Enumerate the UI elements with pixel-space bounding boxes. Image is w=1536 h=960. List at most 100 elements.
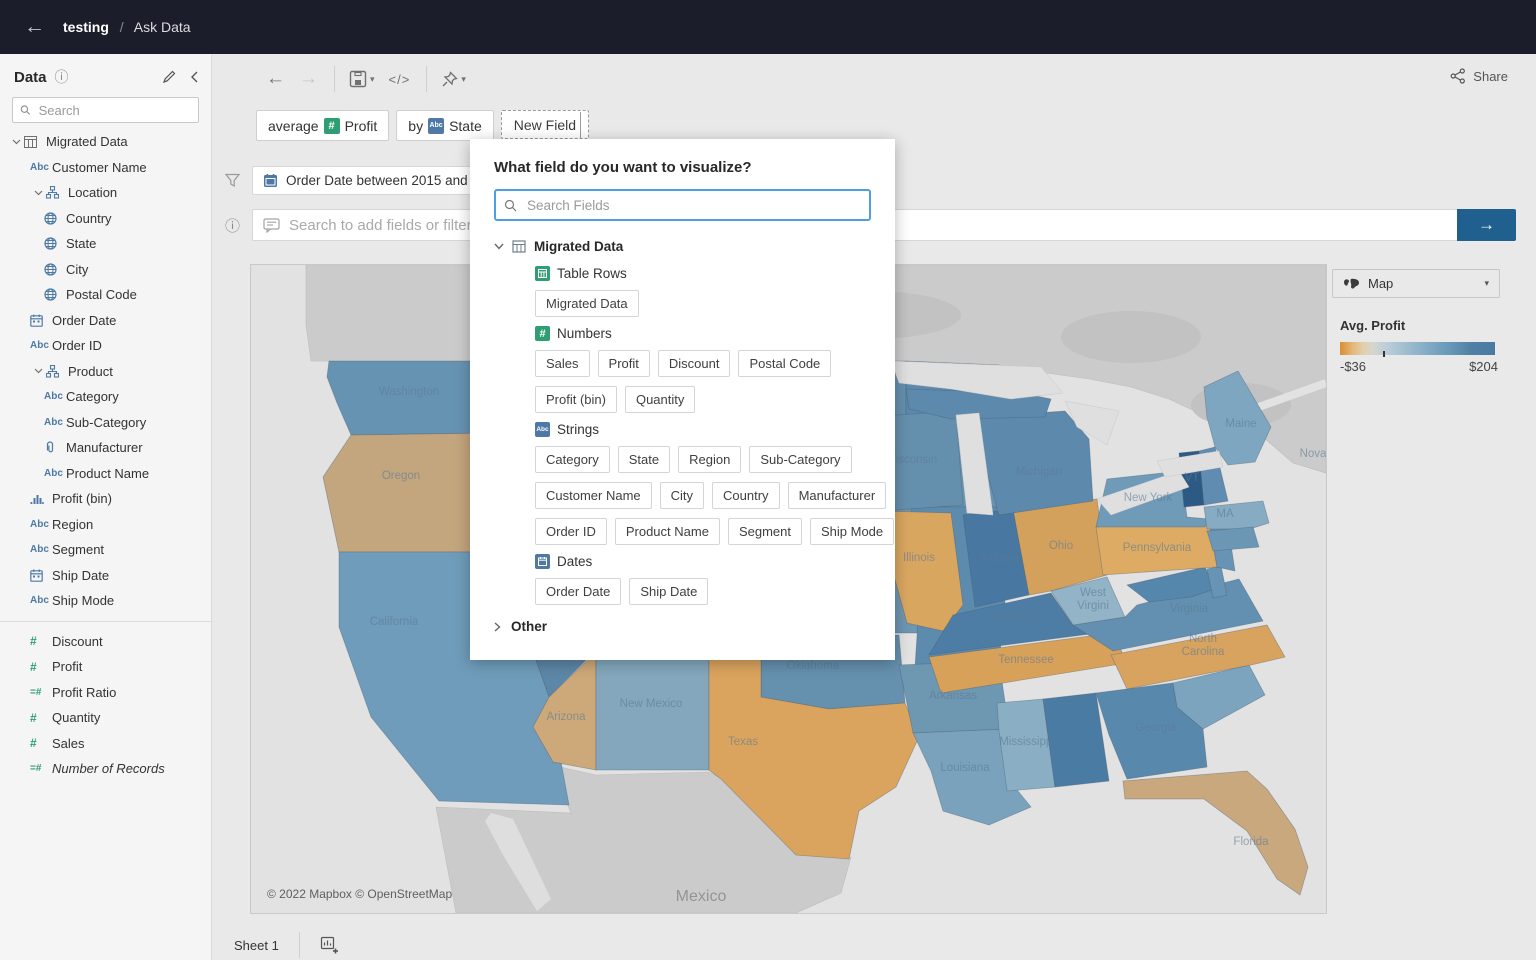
field-pill-discount[interactable]: Discount	[658, 350, 731, 377]
sidebar-field-state[interactable]: State	[0, 231, 211, 257]
map-label: MA	[1216, 508, 1234, 520]
sidebar-field-category[interactable]: AbcCategory	[0, 384, 211, 410]
sidebar-field-country[interactable]: Country	[0, 206, 211, 232]
viz-type-dropdown[interactable]: Map ▾	[1332, 269, 1500, 298]
field-pill-manufacturer[interactable]: Manufacturer	[788, 482, 887, 509]
field-pill-city[interactable]: City	[660, 482, 704, 509]
field-pill-order-date[interactable]: Order Date	[535, 578, 621, 605]
field-pill-sales[interactable]: Sales	[535, 350, 590, 377]
numbers-icon: #	[535, 326, 550, 341]
field-group-strings: AbcStringsCategoryStateRegionSub-Categor…	[535, 422, 871, 545]
map-label: Pennsylvania	[1123, 542, 1192, 554]
sidebar-field-ship-mode[interactable]: AbcShip Mode	[0, 588, 211, 614]
sidebar-search-box[interactable]	[12, 97, 199, 123]
field-pill-region[interactable]: Region	[678, 446, 741, 473]
map-label: Nova	[1300, 448, 1326, 460]
sidebar-field-number-of-records[interactable]: =#Number of Records	[0, 756, 211, 782]
map-label: Indiana	[980, 552, 1018, 564]
sidebar-field-profit-ratio[interactable]: =#Profit Ratio	[0, 680, 211, 706]
sidebar-field-profit-bin-[interactable]: Profit (bin)	[0, 486, 211, 512]
field-pill-quantity[interactable]: Quantity	[625, 386, 695, 413]
chevron-down-icon[interactable]	[494, 243, 504, 250]
new-sheet-icon[interactable]	[320, 936, 338, 954]
field-pill-category[interactable]: Category	[535, 446, 610, 473]
legend-min: -$36	[1340, 359, 1366, 374]
legend-gradient[interactable]	[1340, 342, 1495, 355]
field-pill-segment[interactable]: Segment	[728, 518, 802, 545]
field-pill-migrated-data[interactable]: Migrated Data	[535, 290, 639, 317]
field-pill-country[interactable]: Country	[712, 482, 780, 509]
state-connecticut[interactable]	[1207, 527, 1259, 551]
dialog-title: What field do you want to visualize?	[494, 159, 871, 176]
dialog-search-box[interactable]	[494, 189, 871, 221]
dialog-other-row[interactable]: Other	[494, 619, 871, 634]
field-pill-ship-date[interactable]: Ship Date	[629, 578, 708, 605]
state-washington[interactable]	[327, 361, 491, 435]
map-label: Virgini	[1077, 600, 1109, 612]
groupby-field: State	[449, 118, 482, 134]
new-field-pill[interactable]: New Field	[501, 110, 589, 139]
map-label: Texas	[728, 736, 758, 748]
chevron-down-icon[interactable]	[30, 190, 46, 196]
map-label: Ohio	[1049, 540, 1073, 552]
dialog-search-input[interactable]	[525, 197, 861, 214]
edit-pencil-icon[interactable]	[162, 70, 176, 84]
sidebar-field-order-date[interactable]: Order Date	[0, 308, 211, 334]
redo-icon[interactable]: →	[299, 68, 318, 90]
sidebar-field-product-name[interactable]: AbcProduct Name	[0, 461, 211, 487]
sidebar-field-order-id[interactable]: AbcOrder ID	[0, 333, 211, 359]
sidebar-field-manufacturer[interactable]: Manufacturer	[0, 435, 211, 461]
sidebar-field-ship-date[interactable]: Ship Date	[0, 563, 211, 589]
collapse-panel-icon[interactable]	[190, 71, 199, 83]
sidebar-field-sales[interactable]: #Sales	[0, 731, 211, 757]
field-pill-order-id[interactable]: Order ID	[535, 518, 607, 545]
field-pill-profit-bin-[interactable]: Profit (bin)	[535, 386, 617, 413]
field-pill-state[interactable]: State	[618, 446, 670, 473]
field-pill-postal-code[interactable]: Postal Code	[738, 350, 831, 377]
embed-code-icon[interactable]: </>	[389, 72, 411, 87]
calc-field-icon: =#	[30, 763, 52, 774]
sidebar-field-quantity[interactable]: #Quantity	[0, 705, 211, 731]
sidebar-field-sub-category[interactable]: AbcSub-Category	[0, 410, 211, 436]
field-pill-profit[interactable]: Profit	[598, 350, 650, 377]
query-phrase-row: average # Profit by Abc State New Field	[256, 110, 589, 141]
globe-field-icon	[44, 263, 66, 276]
save-caret-icon[interactable]: ▾	[370, 74, 375, 85]
sidebar-field-postal-code[interactable]: Postal Code	[0, 282, 211, 308]
query-pill-groupby[interactable]: by Abc State	[396, 110, 494, 141]
sheet-tab[interactable]: Sheet 1	[234, 938, 279, 953]
share-button[interactable]: Share	[1450, 68, 1508, 84]
viz-type-label: Map	[1368, 276, 1484, 291]
num-field-icon: #	[30, 711, 52, 725]
undo-icon[interactable]: ←	[266, 68, 285, 90]
pin-caret-icon[interactable]: ▾	[461, 74, 466, 85]
sidebar-field-customer-name[interactable]: AbcCustomer Name	[0, 155, 211, 181]
field-pill-ship-mode[interactable]: Ship Mode	[810, 518, 894, 545]
chevron-down-icon[interactable]	[8, 139, 24, 145]
sidebar-field-profit[interactable]: #Profit	[0, 654, 211, 680]
sidebar-search-input[interactable]	[37, 102, 191, 119]
ask-info-icon[interactable]: ⓘ	[225, 215, 240, 236]
info-icon[interactable]: ⓘ	[55, 67, 69, 87]
sidebar-field-product[interactable]: Product	[0, 359, 211, 385]
sidebar-field-location[interactable]: Location	[0, 180, 211, 206]
field-pill-product-name[interactable]: Product Name	[615, 518, 720, 545]
abc-field-icon: Abc	[30, 519, 52, 530]
sidebar-field-migrated-data[interactable]: Migrated Data	[0, 129, 211, 155]
field-pill-customer-name[interactable]: Customer Name	[535, 482, 652, 509]
field-pill-sub-category[interactable]: Sub-Category	[749, 446, 851, 473]
submit-query-button[interactable]: →	[1457, 209, 1516, 241]
map-label: Carolina	[1182, 646, 1225, 658]
pin-icon[interactable]: ▾	[441, 71, 466, 88]
state-michigan[interactable]	[979, 411, 1093, 515]
save-icon[interactable]: ▾	[349, 70, 375, 88]
breadcrumb-workbook[interactable]: testing	[63, 19, 109, 35]
sidebar-field-city[interactable]: City	[0, 257, 211, 283]
dialog-source-row[interactable]: Migrated Data	[494, 239, 871, 254]
sidebar-field-discount[interactable]: #Discount	[0, 629, 211, 655]
sidebar-field-segment[interactable]: AbcSegment	[0, 537, 211, 563]
query-pill-aggregation[interactable]: average # Profit	[256, 110, 389, 141]
sidebar-field-region[interactable]: AbcRegion	[0, 512, 211, 538]
chevron-down-icon[interactable]	[30, 368, 46, 374]
back-arrow-icon[interactable]: ←	[24, 15, 45, 39]
